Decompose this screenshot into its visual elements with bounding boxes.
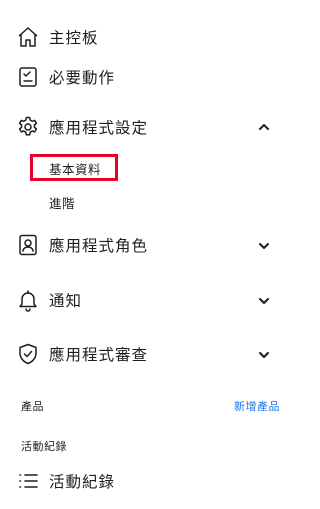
nav-item-notifications[interactable]: 通知 <box>0 287 296 313</box>
nav-item-label: 必要動作 <box>49 69 116 87</box>
nav-item-label: 活動紀錄 <box>49 473 116 491</box>
activity-section-label: 活動紀錄 <box>21 440 67 453</box>
checklist-icon <box>16 65 40 89</box>
list-icon <box>16 469 40 493</box>
id-badge-icon <box>16 233 40 257</box>
sub-item-advanced[interactable]: 進階 <box>49 193 75 212</box>
nav-item-label: 通知 <box>49 292 83 310</box>
nav-item-app-settings[interactable]: 應用程式設定 <box>0 114 296 140</box>
products-section-label: 產品 <box>21 400 44 413</box>
chevron-up-icon[interactable] <box>257 120 271 134</box>
nav-item-app-review[interactable]: 應用程式審查 <box>0 341 296 367</box>
add-product-link[interactable]: 新增產品 <box>234 398 280 414</box>
nav-item-label: 應用程式審查 <box>49 346 149 364</box>
nav-item-label: 應用程式設定 <box>49 119 149 137</box>
sub-item-basic-settings[interactable]: 基本資料 <box>49 159 101 178</box>
chevron-down-icon[interactable] <box>257 348 271 362</box>
sidebar-nav: 主控板 必要動作 應用程式設定 基本資料 進階 應用程式角色 通知 應用程式審查… <box>0 0 296 509</box>
chevron-down-icon[interactable] <box>257 294 271 308</box>
gear-icon <box>16 115 40 139</box>
nav-item-required-actions[interactable]: 必要動作 <box>0 64 296 90</box>
shield-check-icon <box>16 342 40 366</box>
bell-icon <box>16 288 40 312</box>
home-icon <box>16 25 40 49</box>
chevron-down-icon[interactable] <box>257 239 271 253</box>
nav-item-label: 應用程式角色 <box>49 237 149 255</box>
nav-item-app-roles[interactable]: 應用程式角色 <box>0 232 296 258</box>
nav-item-activity-log[interactable]: 活動紀錄 <box>0 468 296 494</box>
nav-item-label: 主控板 <box>49 29 99 47</box>
nav-item-dashboard[interactable]: 主控板 <box>0 24 296 50</box>
